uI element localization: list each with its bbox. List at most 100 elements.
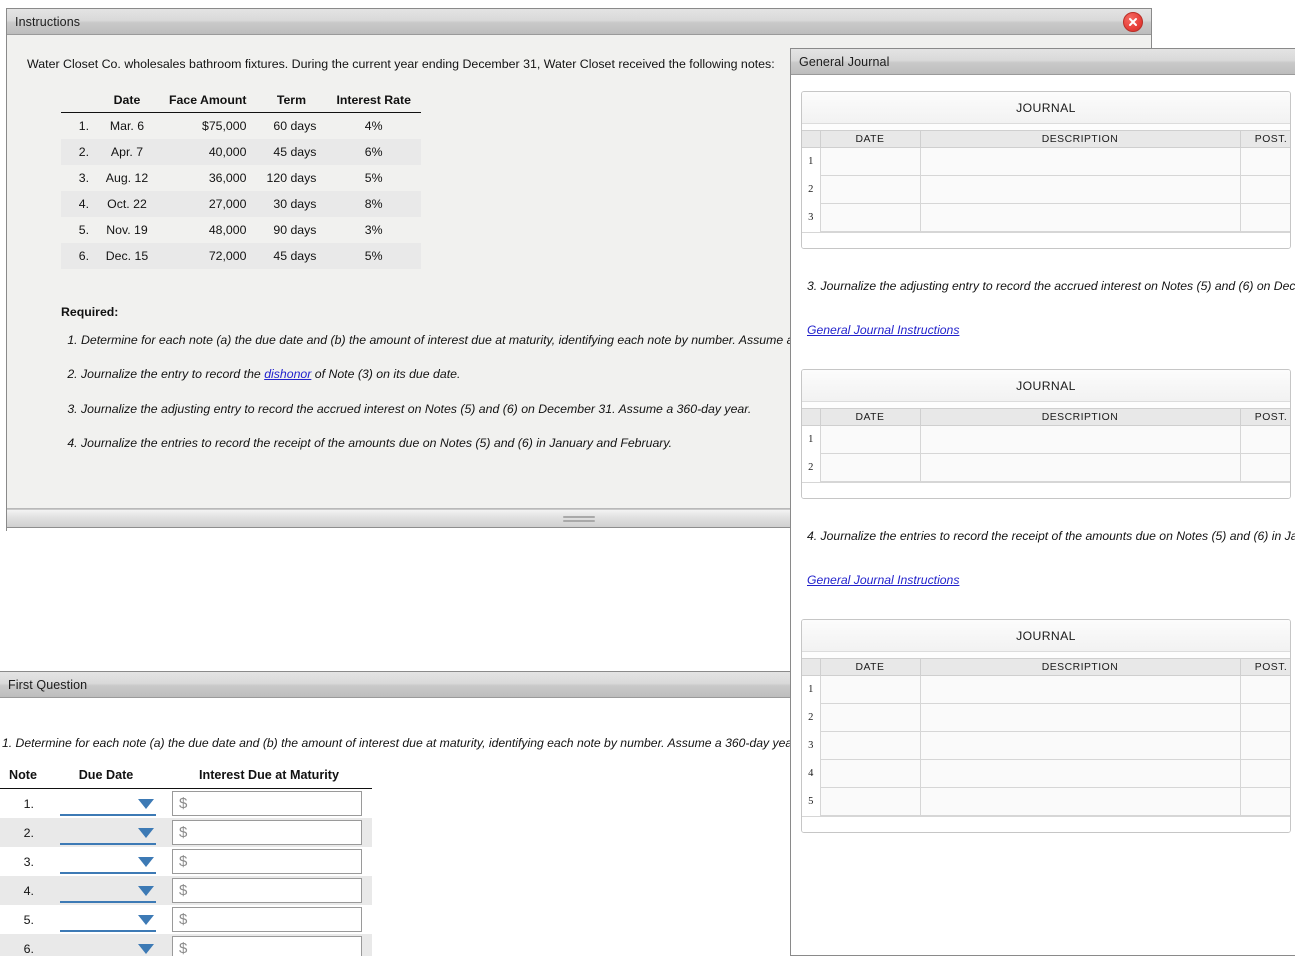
journal-date-cell[interactable] [819,425,921,454]
note-num: 6. [61,243,95,269]
chevron-down-icon[interactable] [138,856,154,867]
table-row: 1 [802,147,1290,176]
due-date-dropdown[interactable] [60,908,156,932]
general-journal-instructions-link-1[interactable]: General Journal Instructions [807,323,959,337]
interest-input[interactable]: $ [172,936,362,956]
first-question-title: First Question [8,677,88,692]
journal-post-ref-cell[interactable] [1239,759,1290,788]
fq-interest-cell: $ [166,934,372,956]
note-num: 2. [61,139,95,165]
table-row: 4. $ [0,876,372,905]
journal-description-cell[interactable] [919,203,1241,232]
journal-col-description: DESCRIPTION [919,408,1241,426]
journal-date-cell[interactable] [819,203,921,232]
required-item-2-post: of Note (3) on its due date. [311,367,461,382]
journal-post-ref-cell[interactable] [1239,675,1290,704]
journal-description-cell[interactable] [919,731,1241,760]
table-row: 2 [802,175,1290,204]
dishonor-link[interactable]: dishonor [264,367,311,381]
table-row: 5 [802,787,1290,816]
interest-input[interactable]: $ [172,849,362,874]
journal-post-ref-cell[interactable] [1239,203,1290,232]
journal-description-cell[interactable] [919,759,1241,788]
interest-input[interactable]: $ [172,820,362,845]
fq-row-num: 6. [0,934,46,956]
journal-col-date: DATE [819,130,921,148]
journal-post-ref-cell[interactable] [1239,787,1290,816]
first-question-titlebar: First Question [0,672,792,698]
notes-col-term: Term [256,91,327,113]
fq-row-num: 3. [23,854,34,869]
note-rate: 5% [326,243,421,269]
note-term: 90 days [273,223,317,237]
grip-icon [563,514,595,524]
journal-post-ref-cell[interactable] [1239,175,1290,204]
journal-post-ref-cell[interactable] [1239,147,1290,176]
journal-post-ref-cell[interactable] [1239,425,1290,454]
journal-date-cell[interactable] [819,175,921,204]
due-date-dropdown[interactable] [60,821,156,845]
interest-input[interactable]: $ [172,907,362,932]
note-num: 1. [78,119,89,133]
first-question-table: Note Due Date Interest Due at Maturity 1… [0,768,372,956]
general-journal-title: General Journal [799,54,890,69]
journal-date-cell[interactable] [819,731,921,760]
chevron-down-icon[interactable] [138,943,154,954]
note-num: 5. [78,223,89,237]
journal-table: DATE DESCRIPTION POST. REF. 1 [802,408,1290,482]
table-row: 1 [802,675,1290,704]
journal-date-cell[interactable] [819,675,921,704]
table-row: 2 [802,453,1290,482]
journal-post-ref-cell[interactable] [1239,703,1290,732]
fq-row-num: 1. [23,796,34,811]
journal-row-number: 1 [802,147,821,176]
journal-col-description: DESCRIPTION [919,658,1241,676]
journal-description-cell[interactable] [919,425,1241,454]
journal-row-number: 5 [802,787,821,816]
journal-description-cell[interactable] [919,787,1241,816]
interest-input[interactable]: $ [172,791,362,816]
due-date-dropdown[interactable] [60,792,156,816]
journal-row-number: 2 [802,175,821,204]
journal-caption: JOURNAL [802,92,1290,124]
journal-description-cell[interactable] [919,175,1241,204]
journal-description-cell[interactable] [919,453,1241,482]
general-journal-titlebar: General Journal [791,49,1295,75]
chevron-down-icon[interactable] [138,827,154,838]
journal-date-cell[interactable] [819,453,921,482]
due-date-dropdown[interactable] [60,937,156,956]
currency-symbol: $ [179,824,188,841]
journal-description-cell[interactable] [919,675,1241,704]
journal-date-cell[interactable] [819,147,921,176]
table-row: 3 [802,203,1290,232]
due-date-dropdown[interactable] [60,850,156,874]
note-term: 60 days [273,119,317,133]
journal-post-ref-cell[interactable] [1239,453,1290,482]
interest-input[interactable]: $ [172,878,362,903]
table-row: 1. $ [0,789,372,819]
chevron-down-icon[interactable] [138,798,154,809]
journal-col-post-ref: POST. REF. [1239,130,1290,148]
note-rate: 4% [364,119,383,133]
note-face: 36,000 [208,171,247,185]
instructions-title: Instructions [15,14,81,29]
due-date-dropdown[interactable] [60,879,156,903]
journal-description-cell[interactable] [919,703,1241,732]
journal-date-cell[interactable] [819,787,921,816]
close-icon[interactable] [1123,12,1143,32]
chevron-down-icon[interactable] [138,914,154,925]
journal-table-wrap: DATE DESCRIPTION POST. REF. 1 [802,652,1290,832]
fq-due-date-cell [46,934,166,956]
journal-post-ref-cell[interactable] [1239,731,1290,760]
journal-description-cell[interactable] [919,147,1241,176]
fq-col-due-date: Due Date [46,768,166,789]
general-journal-instructions-link-2[interactable]: General Journal Instructions [807,573,959,587]
journal-date-cell[interactable] [819,759,921,788]
first-question-header-row: Note Due Date Interest Due at Maturity [0,768,372,789]
journal-table-wrap: DATE DESCRIPTION POST. REF. 1 [802,124,1290,248]
note-date: Mar. 6 [109,119,145,133]
chevron-down-icon[interactable] [138,885,154,896]
journal-table: DATE DESCRIPTION POST. REF. 1 [802,130,1290,232]
table-row: 2. $ [0,818,372,847]
journal-date-cell[interactable] [819,703,921,732]
